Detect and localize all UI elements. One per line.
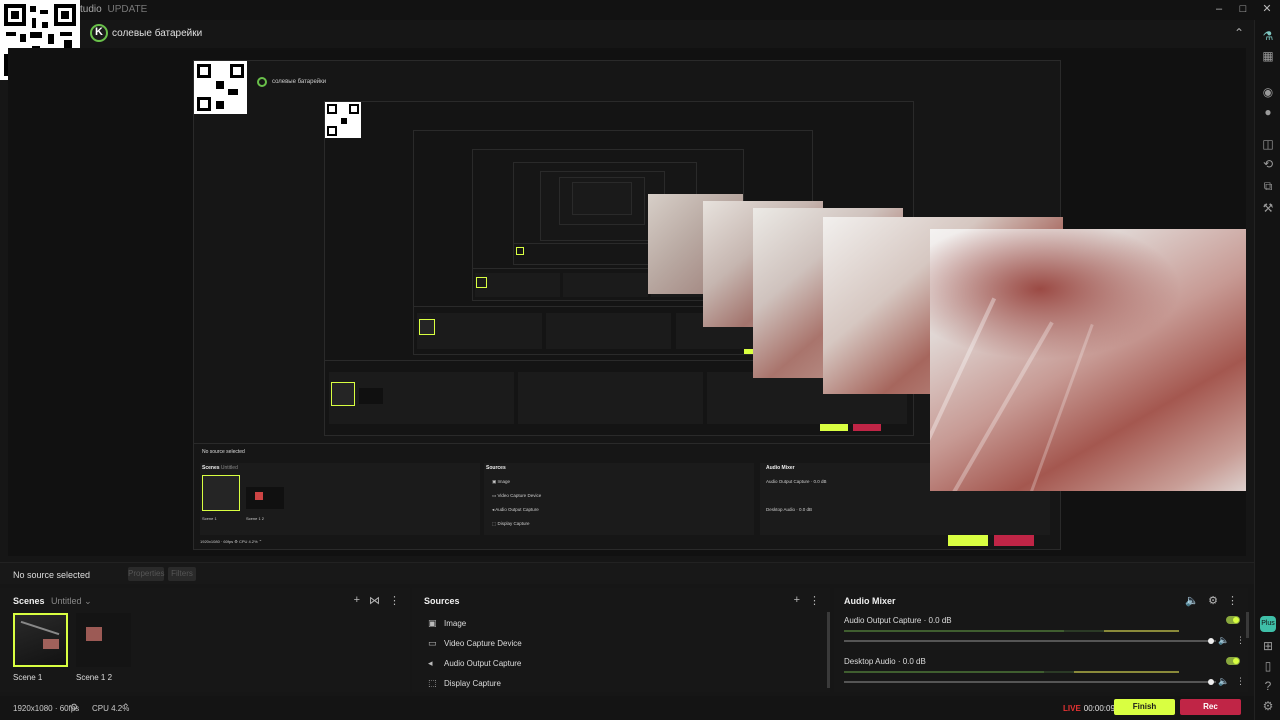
account-bar: солевые батарейки ⌃ <box>0 20 1254 48</box>
window-controls: – □ ✕ <box>1212 2 1274 16</box>
chevron-up-icon[interactable]: ⌃ <box>1234 26 1244 40</box>
add-scene-icon[interactable]: + <box>354 594 360 607</box>
layout-icon[interactable]: ▦ <box>1260 48 1276 64</box>
scenes-title: Scenes Untitled ⌄ <box>13 596 92 607</box>
source-properties-bar: No source selected Properties Filters <box>0 562 1254 584</box>
transition-icon[interactable]: ⋈ <box>369 594 380 607</box>
track-level: 0.0 dB <box>928 616 952 625</box>
scenes-panel: Scenes Untitled ⌄ + ⋈ ⋮ Scene 1 Scene 1 … <box>0 588 410 692</box>
scene-thumbnail-2[interactable] <box>76 613 131 667</box>
source-item-display-capture[interactable]: ⬚ Display Capture <box>428 678 501 689</box>
mixer-track-desktop-audio: Desktop Audio · 0.0 dB 🔈 ⋮ <box>844 657 1245 686</box>
source-label: Image <box>444 619 467 628</box>
live-badge: LIVE <box>1063 704 1081 713</box>
scene-collection-name: Untitled <box>51 596 82 606</box>
volume-icon[interactable]: 🔈 <box>1185 594 1199 607</box>
stream-preview[interactable]: солевые батарейки No source selected Sce… <box>8 48 1246 556</box>
more-icon[interactable]: ⋮ <box>389 594 400 607</box>
properties-button[interactable]: Properties <box>128 567 164 581</box>
update-badge[interactable]: UPDATE <box>107 4 147 15</box>
rec-button[interactable]: Rec <box>1180 699 1241 715</box>
gear-icon[interactable]: ⚙ <box>70 702 78 713</box>
level-meter <box>844 630 1179 632</box>
scene-label-2[interactable]: Scene 1 2 <box>76 673 112 682</box>
more-icon[interactable]: ⋮ <box>1236 635 1245 646</box>
maximize-button[interactable]: □ <box>1236 2 1250 16</box>
studio-mode-icon[interactable]: ⚗ <box>1260 28 1276 44</box>
source-item-audio-output[interactable]: ◂ Audio Output Capture <box>428 658 521 669</box>
replay-icon[interactable]: ⟲ <box>1260 156 1276 172</box>
mixer-actions: 🔈 ⚙ ⋮ <box>1185 594 1238 607</box>
help-icon[interactable]: ? <box>1260 678 1276 694</box>
scene-collection-dropdown[interactable]: Untitled ⌄ <box>51 596 92 606</box>
scene-thumbnail-1[interactable] <box>13 613 68 667</box>
live-timer: LIVE 00:00:09 <box>1063 704 1115 713</box>
track-name-text: Desktop Audio <box>844 657 896 666</box>
volume-slider-knob[interactable] <box>1208 679 1214 685</box>
right-sidebar: ⚗ ▦ ◉ ● ◫ ⟲ ⧉ ⚒ Plus ⊞ ▯ ? ⚙ <box>1254 20 1280 720</box>
source-label: Audio Output Capture <box>444 659 522 668</box>
volume-slider-knob[interactable] <box>1208 638 1214 644</box>
more-icon[interactable]: ⋮ <box>1227 594 1238 607</box>
speaker-icon: ◂ <box>428 658 433 668</box>
track-name: Desktop Audio · 0.0 dB <box>844 657 926 666</box>
finish-button[interactable]: Finish <box>1114 699 1175 715</box>
scenes-title-text: Scenes <box>13 596 45 606</box>
account-name[interactable]: солевые батарейки <box>112 28 202 39</box>
close-button[interactable]: ✕ <box>1260 2 1274 16</box>
highlight-icon[interactable]: ⧉ <box>1260 178 1276 194</box>
volume-slider[interactable] <box>844 681 1216 683</box>
app-title: tudio UPDATE <box>80 4 147 15</box>
track-toggle[interactable] <box>1226 657 1240 665</box>
minimize-button[interactable]: – <box>1212 2 1226 16</box>
settings-icon[interactable]: ⚙ <box>1260 698 1276 714</box>
book-icon[interactable]: ▯ <box>1260 658 1276 674</box>
scene-label-1[interactable]: Scene 1 <box>13 673 42 682</box>
track-name-text: Audio Output Capture <box>844 616 922 625</box>
volume-slider[interactable] <box>844 640 1216 642</box>
camera-feed-main <box>930 229 1246 491</box>
timer-value: 00:00:09 <box>1083 704 1115 713</box>
mixer-scrollbar[interactable] <box>1246 612 1249 638</box>
source-item-video-capture[interactable]: ▭ Video Capture Device <box>428 638 522 649</box>
title-bar: tudio UPDATE – □ ✕ <box>0 0 1280 20</box>
camera-icon: ▭ <box>428 638 437 648</box>
source-label: Display Capture <box>444 679 501 688</box>
source-item-image[interactable]: ▣ Image <box>428 618 466 629</box>
more-icon[interactable]: ⋮ <box>809 594 820 607</box>
sources-scrollbar[interactable] <box>827 612 830 688</box>
speaker-icon[interactable]: 🔈 <box>1218 676 1229 687</box>
chevron-up-icon[interactable]: ⌃ <box>122 702 130 713</box>
mixer-track-audio-output: Audio Output Capture · 0.0 dB 🔈 ⋮ <box>844 616 1245 645</box>
chat-icon[interactable]: ◉ <box>1260 84 1276 100</box>
source-label: Video Capture Device <box>444 639 522 648</box>
track-level: 0.0 dB <box>902 657 926 666</box>
filters-button[interactable]: Filters <box>168 567 196 581</box>
sources-actions: + ⋮ <box>794 594 820 607</box>
account-logo[interactable] <box>90 24 108 42</box>
audio-mixer-title: Audio Mixer <box>844 596 896 606</box>
no-source-label: No source selected <box>13 570 91 580</box>
track-toggle[interactable] <box>1226 616 1240 624</box>
more-icon[interactable]: ⋮ <box>1236 676 1245 687</box>
notifications-icon[interactable]: ● <box>1260 104 1276 120</box>
app-title-text: tudio <box>80 4 102 15</box>
add-source-icon[interactable]: + <box>794 594 800 607</box>
scenes-actions: + ⋈ ⋮ <box>354 594 400 607</box>
plugin-icon[interactable]: Plus <box>1260 616 1276 632</box>
dashboard-icon[interactable]: ⊞ <box>1260 638 1276 654</box>
level-meter <box>844 671 1179 673</box>
track-name: Audio Output Capture · 0.0 dB <box>844 616 952 625</box>
display-icon: ⬚ <box>428 678 437 688</box>
gear-icon[interactable]: ⚙ <box>1208 594 1218 607</box>
sources-title: Sources <box>424 596 460 606</box>
status-bar: 1920x1080 · 60fps ⚙ CPU 4.2% ⌃ LIVE 00:00… <box>0 696 1254 720</box>
image-icon: ▣ <box>428 618 437 628</box>
camera-icon[interactable]: ◫ <box>1260 136 1276 152</box>
speaker-icon[interactable]: 🔈 <box>1218 635 1229 646</box>
tools-icon[interactable]: ⚒ <box>1260 200 1276 216</box>
